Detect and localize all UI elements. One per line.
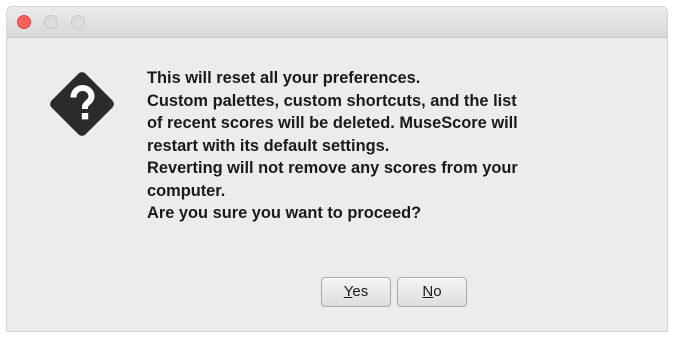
yes-label-rest: es xyxy=(352,283,369,300)
close-window-button[interactable] xyxy=(17,15,31,29)
message-line: This will reset all your preferences. xyxy=(147,69,421,87)
message-line: restart with its default settings. xyxy=(147,136,390,155)
no-mnemonic: N xyxy=(422,283,434,300)
no-button[interactable]: No xyxy=(397,277,467,307)
message-line: Reverting will not remove any scores fro… xyxy=(147,159,518,177)
yes-button[interactable]: Yes xyxy=(321,277,391,307)
message-line: Are you sure you want to proceed? xyxy=(147,204,422,222)
message-line: computer. xyxy=(147,181,226,200)
dialog-window: This will reset all your preferences. Cu… xyxy=(7,7,667,331)
title-bar xyxy=(7,7,667,38)
message-line: of recent scores will be deleted. MuseSc… xyxy=(147,114,518,132)
dialog-message: This will reset all your preferences. Cu… xyxy=(147,67,652,225)
zoom-window-button[interactable] xyxy=(71,15,85,29)
question-diamond-icon xyxy=(50,72,114,136)
message-line: Custom palettes, custom shortcuts, and t… xyxy=(147,91,517,110)
no-label-rest: o xyxy=(433,283,442,300)
minimize-window-button[interactable] xyxy=(44,15,58,29)
